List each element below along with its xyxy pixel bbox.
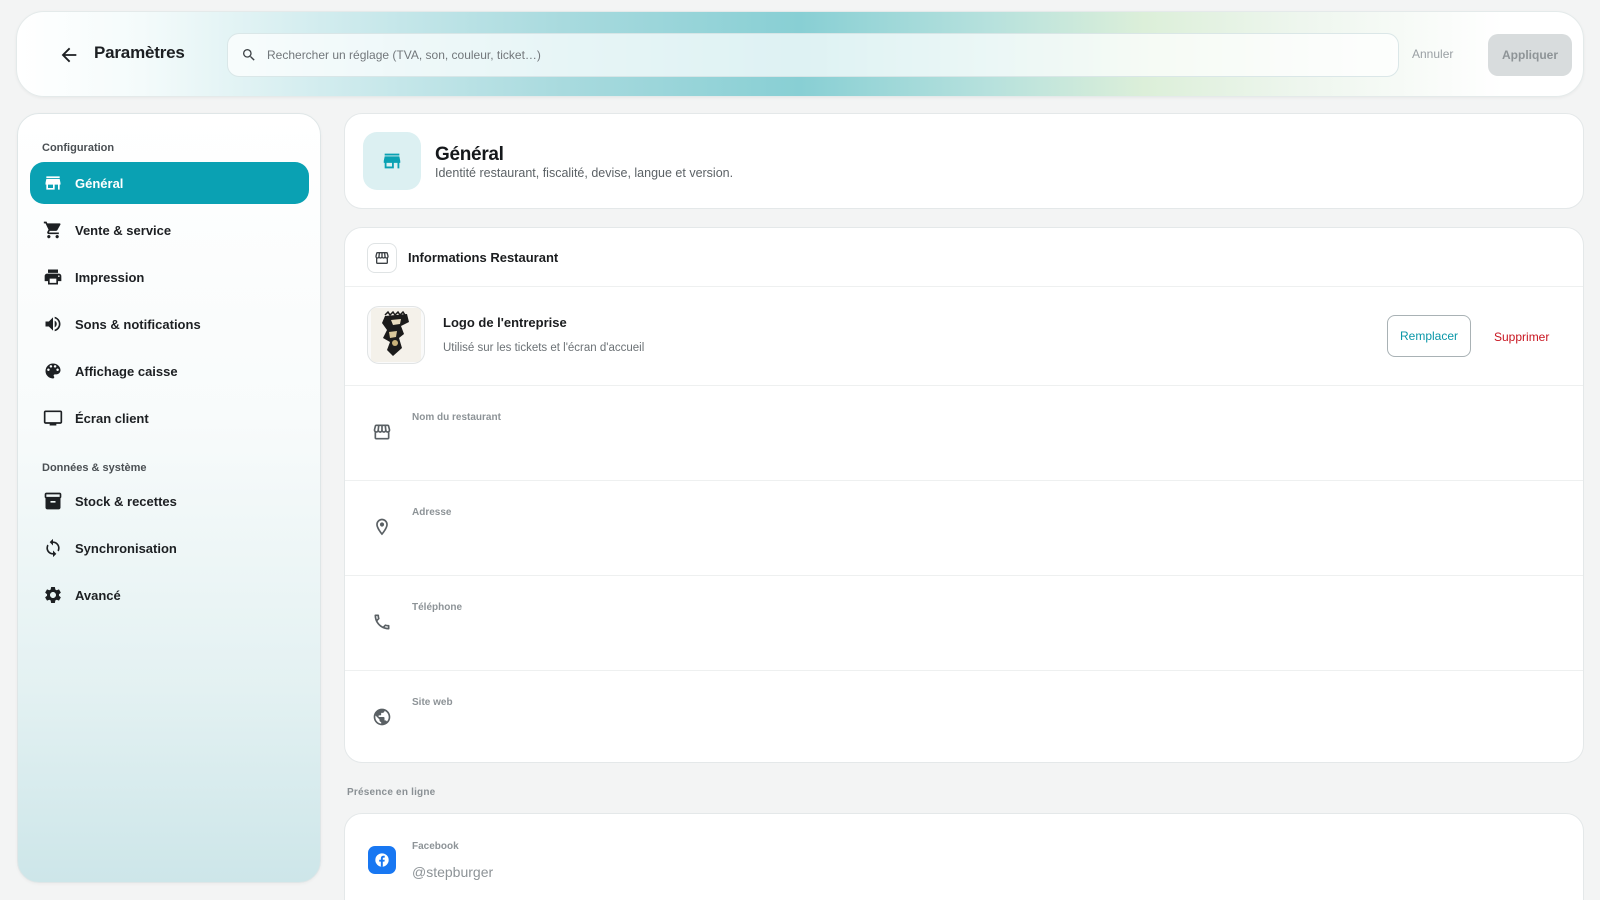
card-title: Informations Restaurant xyxy=(408,250,559,265)
sidebar-item-label: Impression xyxy=(75,269,145,285)
back-button[interactable] xyxy=(53,39,85,71)
facebook-label: Facebook xyxy=(412,841,459,852)
field-label: Site web xyxy=(412,697,453,708)
card-header: Informations Restaurant xyxy=(345,228,1583,287)
palette-icon xyxy=(42,360,64,382)
sidebar-item-label: Sons & notifications xyxy=(75,316,201,332)
arrow-left-icon xyxy=(58,44,80,66)
globe-icon xyxy=(371,706,393,728)
archive-icon xyxy=(42,490,64,512)
replace-logo-button[interactable]: Remplacer xyxy=(1387,315,1471,357)
sidebar-item-label: Synchronisation xyxy=(75,540,177,556)
field-label: Téléphone xyxy=(412,602,463,613)
phone-icon xyxy=(371,611,393,633)
sidebar-item-affichage-caisse[interactable]: Affichage caisse xyxy=(30,350,309,392)
delete-logo-button[interactable]: Supprimer xyxy=(1494,330,1549,344)
sidebar-section-configuration: Configuration xyxy=(42,142,115,154)
section-subtitle: Identité restaurant, fiscalité, devise, … xyxy=(435,166,734,180)
location-icon xyxy=(371,516,393,538)
field-label: Nom du restaurant xyxy=(412,412,501,423)
facebook-input[interactable]: @stepburger xyxy=(412,864,493,880)
sidebar-item-label: Affichage caisse xyxy=(75,363,178,379)
sidebar-item-sons-notifications[interactable]: Sons & notifications xyxy=(30,303,309,345)
logo-description: Utilisé sur les tickets et l'écran d'acc… xyxy=(443,342,645,354)
sidebar-item-ecran-client[interactable]: Écran client xyxy=(30,397,309,439)
sidebar-item-label: Général xyxy=(75,175,124,191)
sidebar-item-label: Vente & service xyxy=(75,222,172,238)
sidebar-item-synchronisation[interactable]: Synchronisation xyxy=(30,527,309,569)
sidebar-item-label: Avancé xyxy=(75,587,121,603)
website-field[interactable]: Site web xyxy=(345,671,1583,762)
sidebar-item-stock-recettes[interactable]: Stock & recettes xyxy=(30,480,309,522)
sidebar: Configuration Général Vente & service Im… xyxy=(17,113,321,883)
section-title: Général xyxy=(435,144,504,165)
logo-row: Logo de l'entreprise Utilisé sur les tic… xyxy=(345,287,1583,386)
page-title: Paramètres xyxy=(94,43,185,62)
logo-title: Logo de l'entreprise xyxy=(443,315,567,330)
field-label: Adresse xyxy=(412,507,452,518)
store-icon xyxy=(367,243,397,273)
cart-icon xyxy=(42,219,64,241)
sidebar-item-general[interactable]: Général xyxy=(30,162,309,204)
gear-icon xyxy=(42,584,64,606)
sidebar-item-label: Stock & recettes xyxy=(75,493,177,509)
search-bar[interactable] xyxy=(227,33,1399,77)
sidebar-section-donnees-systeme: Données & système xyxy=(42,462,147,474)
store-icon xyxy=(381,150,403,172)
general-header-card: Général Identité restaurant, fiscalité, … xyxy=(344,113,1584,209)
sidebar-item-impression[interactable]: Impression xyxy=(30,256,309,298)
search-icon xyxy=(241,47,257,63)
cancel-button[interactable]: Annuler xyxy=(1412,47,1453,61)
apply-button[interactable]: Appliquer xyxy=(1488,34,1572,76)
search-input[interactable] xyxy=(267,48,1398,62)
monitor-icon xyxy=(42,407,64,429)
sidebar-item-label: Écran client xyxy=(75,410,149,426)
sidebar-item-avance[interactable]: Avancé xyxy=(30,574,309,616)
online-presence-card: Facebook @stepburger xyxy=(344,813,1584,900)
general-icon-box xyxy=(363,132,421,190)
top-bar: Paramètres Annuler Appliquer xyxy=(16,11,1584,97)
sync-icon xyxy=(42,537,64,559)
address-field[interactable]: Adresse xyxy=(345,481,1583,576)
store-icon xyxy=(42,172,64,194)
company-logo-image xyxy=(367,306,425,364)
facebook-icon xyxy=(368,846,396,874)
phone-field[interactable]: Téléphone xyxy=(345,576,1583,671)
sidebar-item-vente-service[interactable]: Vente & service xyxy=(30,209,309,251)
store-icon xyxy=(371,421,393,443)
printer-icon xyxy=(42,266,64,288)
online-presence-label: Présence en ligne xyxy=(347,787,436,798)
restaurant-name-field[interactable]: Nom du restaurant xyxy=(345,386,1583,481)
speaker-icon xyxy=(42,313,64,335)
restaurant-info-card: Informations Restaurant Logo de l'entrep… xyxy=(344,227,1584,763)
